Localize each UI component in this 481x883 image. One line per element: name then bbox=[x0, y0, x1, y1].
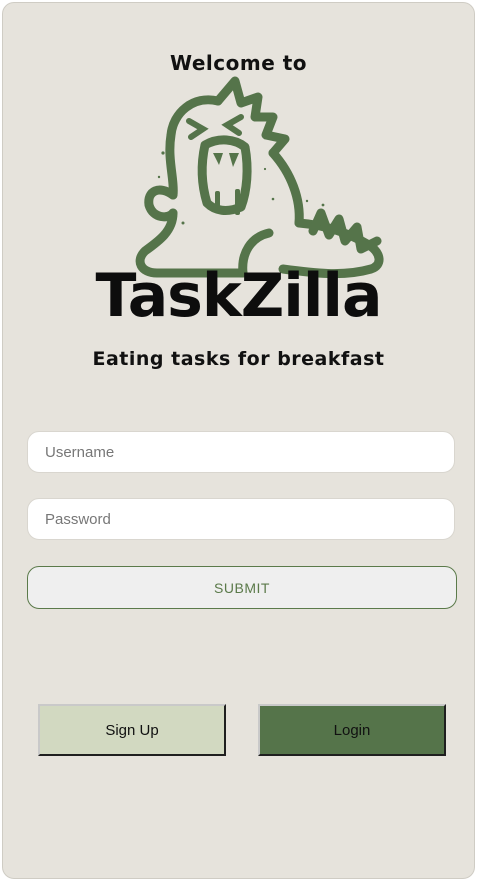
app-title: TaskZilla bbox=[95, 261, 383, 331]
login-button[interactable]: Login bbox=[258, 704, 446, 756]
app-tagline: Eating tasks for breakfast bbox=[92, 348, 385, 370]
password-input[interactable] bbox=[27, 498, 455, 540]
welcome-text: Welcome to bbox=[169, 51, 308, 75]
submit-button[interactable]: SUBMIT bbox=[27, 566, 457, 609]
app-screen: Welcome to TaskZilla Eating tasks for br… bbox=[2, 2, 475, 879]
sign-up-button[interactable]: Sign Up bbox=[38, 704, 226, 756]
username-input[interactable] bbox=[27, 431, 455, 473]
